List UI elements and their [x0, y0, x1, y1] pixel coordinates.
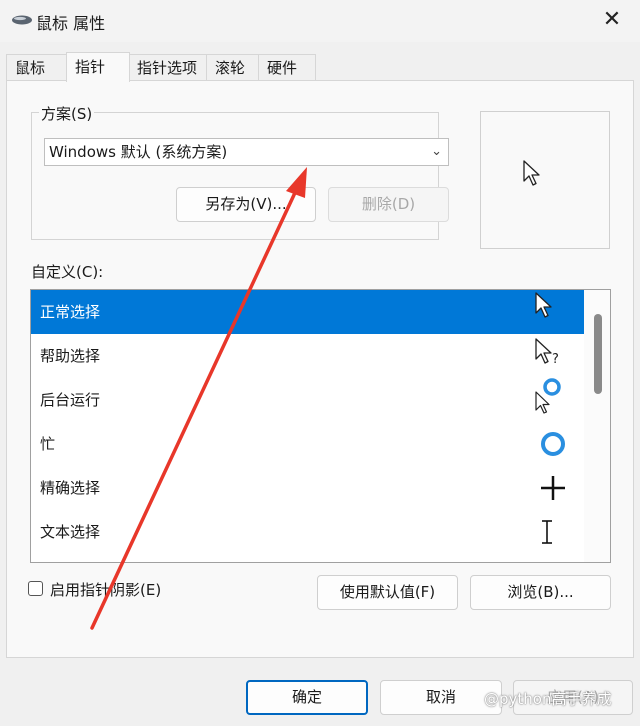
list-item-normal-select[interactable]: 正常选择 — [31, 290, 585, 334]
pointers-panel: 方案(S) Windows 默认 (系统方案) ⌄ 另存为(V)... 删除(D… — [6, 80, 634, 658]
title-bar: 鼠标 属性 ✕ — [0, 0, 640, 42]
cursor-preview — [480, 111, 610, 249]
text-cursor-icon — [542, 520, 552, 544]
list-item-text-select[interactable]: 文本选择 — [31, 510, 585, 554]
chevron-down-icon: ⌄ — [431, 144, 442, 159]
list-item-precision-select[interactable]: 精确选择 — [31, 466, 585, 510]
close-button[interactable]: ✕ — [592, 2, 632, 38]
save-as-button[interactable]: 另存为(V)... — [176, 187, 316, 222]
tab-buttons[interactable]: 鼠标键 — [6, 54, 68, 103]
browse-button[interactable]: 浏览(B)... — [470, 575, 611, 610]
list-item-working-in-background[interactable]: 后台运行 — [31, 378, 585, 422]
scheme-dropdown[interactable]: Windows 默认 (系统方案) ⌄ — [44, 138, 449, 166]
customize-label: 自定义(C): — [31, 263, 104, 281]
arrow-cursor-icon — [535, 292, 552, 318]
cursor-list[interactable]: 正常选择 帮助选择 ? 后台运行 忙 精确选择 文本选择 — [30, 289, 611, 563]
precision-cursor-icon — [541, 476, 565, 500]
use-default-button[interactable]: 使用默认值(F) — [317, 575, 458, 610]
scheme-label: 方案(S) — [39, 103, 95, 124]
tab-pointers[interactable]: 指针 — [66, 52, 130, 82]
svg-text:?: ? — [552, 352, 559, 367]
ok-button[interactable]: 确定 — [246, 680, 368, 715]
tab-wheel[interactable]: 滚轮 — [206, 54, 260, 80]
pointer-shadow-label: 启用指针阴影(E) — [50, 581, 162, 599]
list-item-busy[interactable]: 忙 — [31, 422, 585, 466]
checkbox-box[interactable] — [28, 581, 43, 596]
tab-hardware[interactable]: 硬件 — [258, 54, 316, 80]
help-cursor-icon: ? — [535, 338, 559, 367]
delete-button[interactable]: 删除(D) — [328, 187, 449, 222]
arrow-cursor-icon — [523, 160, 540, 186]
list-item-help-select[interactable]: 帮助选择 ? — [31, 334, 585, 378]
scheme-selected-value: Windows 默认 (系统方案) — [49, 143, 228, 161]
scrollbar-thumb[interactable] — [594, 314, 602, 394]
mouse-icon — [12, 15, 32, 25]
list-scrollbar[interactable] — [584, 290, 610, 562]
working-in-background-cursor-icon — [535, 378, 561, 414]
busy-cursor-icon — [541, 432, 565, 456]
close-icon: ✕ — [602, 7, 622, 32]
tab-pointer-options[interactable]: 指针选项 — [128, 54, 208, 80]
window-title: 鼠标 属性 — [36, 14, 106, 33]
watermark: @python高手养成 — [484, 690, 612, 708]
